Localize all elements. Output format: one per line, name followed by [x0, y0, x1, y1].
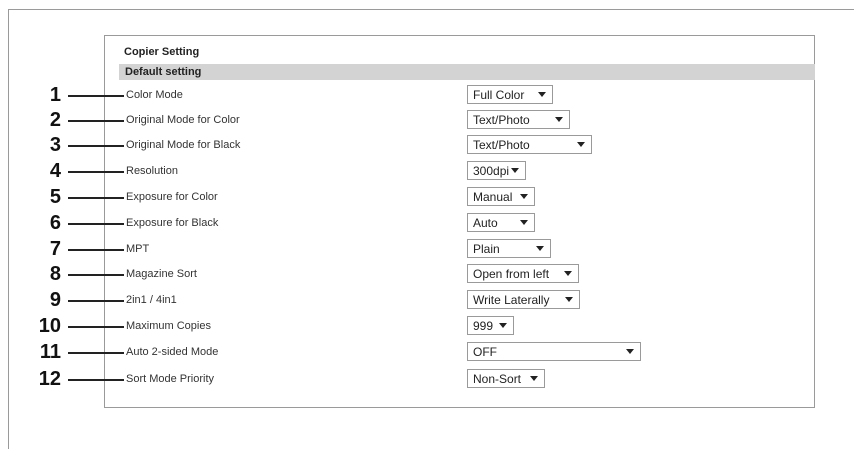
setting-dropdown[interactable]: Auto: [467, 213, 535, 232]
setting-label: Auto 2-sided Mode: [126, 346, 219, 358]
callout-number: 12: [38, 368, 61, 390]
setting-row: 10 Maximum Copies 999: [0, 314, 855, 342]
setting-row: 1 Color Mode Full Color: [0, 83, 855, 111]
dropdown-value: Write Laterally: [473, 293, 550, 307]
chevron-down-icon[interactable]: [538, 92, 546, 97]
callout-line: [68, 379, 124, 381]
chevron-down-icon[interactable]: [577, 142, 585, 147]
setting-dropdown[interactable]: OFF: [467, 342, 641, 361]
setting-label: Exposure for Color: [126, 191, 218, 203]
callout-line: [68, 223, 124, 225]
setting-row: 11 Auto 2-sided Mode OFF: [0, 340, 855, 368]
dropdown-value: 999: [473, 319, 494, 333]
callout-number: 7: [49, 238, 61, 260]
dropdown-value: Auto: [473, 216, 498, 230]
setting-dropdown[interactable]: 300dpi: [467, 161, 526, 180]
setting-label: Color Mode: [126, 89, 183, 101]
dropdown-value: Open from left: [473, 267, 550, 281]
dropdown-value: 300dpi: [473, 164, 510, 178]
chevron-down-icon[interactable]: [555, 117, 563, 122]
callout-line: [68, 95, 124, 97]
setting-label: Original Mode for Black: [126, 139, 241, 151]
section-header: Default setting: [119, 64, 815, 80]
setting-row: 9 2in1 / 4in1 Write Laterally: [0, 288, 855, 316]
dropdown-value: Text/Photo: [473, 113, 530, 127]
dropdown-value: Text/Photo: [473, 138, 530, 152]
dropdown-value: Manual: [473, 190, 513, 204]
chevron-down-icon[interactable]: [511, 168, 519, 173]
setting-row: 12 Sort Mode Priority Non-Sort: [0, 367, 855, 395]
callout-number: 11: [39, 341, 61, 363]
callout-number: 6: [49, 212, 61, 234]
callout-number: 4: [49, 160, 61, 182]
setting-row: 2 Original Mode for Color Text/Photo: [0, 108, 855, 136]
dropdown-value: Plain: [473, 242, 500, 256]
setting-row: 7 MPT Plain: [0, 237, 855, 265]
setting-label: Magazine Sort: [126, 268, 197, 280]
dropdown-value: Full Color: [473, 88, 525, 102]
setting-dropdown[interactable]: Non-Sort: [467, 369, 545, 388]
callout-line: [68, 326, 124, 328]
setting-dropdown[interactable]: Full Color: [467, 85, 553, 104]
setting-dropdown[interactable]: Manual: [467, 187, 535, 206]
callout-line: [68, 120, 124, 122]
chevron-down-icon[interactable]: [564, 271, 572, 276]
setting-dropdown[interactable]: Open from left: [467, 264, 579, 283]
callout-line: [68, 171, 124, 173]
setting-row: 4 Resolution 300dpi: [0, 159, 855, 187]
chevron-down-icon[interactable]: [626, 349, 634, 354]
section-header-label: Default setting: [125, 66, 202, 78]
setting-row: 5 Exposure for Color Manual: [0, 185, 855, 213]
setting-dropdown[interactable]: Text/Photo: [467, 135, 592, 154]
callout-line: [68, 145, 124, 147]
setting-label: 2in1 / 4in1: [126, 294, 177, 306]
chevron-down-icon[interactable]: [520, 194, 528, 199]
chevron-down-icon[interactable]: [536, 246, 544, 251]
page-title: Copier Setting: [124, 46, 200, 58]
setting-label: Sort Mode Priority: [126, 373, 215, 385]
callout-line: [68, 249, 124, 251]
callout-number: 8: [49, 263, 61, 285]
chevron-down-icon[interactable]: [530, 376, 538, 381]
setting-label: Resolution: [126, 165, 178, 177]
setting-dropdown[interactable]: Plain: [467, 239, 551, 258]
setting-row: 6 Exposure for Black Auto: [0, 211, 855, 239]
setting-label: MPT: [126, 243, 150, 255]
setting-label: Maximum Copies: [126, 320, 211, 332]
setting-dropdown[interactable]: 999: [467, 316, 514, 335]
setting-label: Original Mode for Color: [126, 114, 240, 126]
dropdown-value: Non-Sort: [473, 372, 522, 386]
setting-dropdown[interactable]: Write Laterally: [467, 290, 580, 309]
chevron-down-icon[interactable]: [565, 297, 573, 302]
setting-dropdown[interactable]: Text/Photo: [467, 110, 570, 129]
callout-line: [68, 300, 124, 302]
callout-number: 10: [38, 315, 61, 337]
setting-label: Exposure for Black: [126, 217, 219, 229]
row-tick: [104, 391, 105, 395]
chevron-down-icon[interactable]: [520, 220, 528, 225]
callout-number: 5: [49, 186, 61, 208]
dropdown-value: OFF: [473, 345, 497, 359]
callout-line: [68, 197, 124, 199]
setting-row: 3 Original Mode for Black Text/Photo: [0, 133, 855, 161]
callout-number: 9: [49, 289, 61, 311]
callout-line: [68, 274, 124, 276]
callout-line: [68, 352, 124, 354]
callout-number: 1: [49, 84, 61, 106]
setting-row: 8 Magazine Sort Open from left: [0, 262, 855, 290]
chevron-down-icon[interactable]: [499, 323, 507, 328]
callout-number: 3: [49, 134, 61, 156]
callout-number: 2: [49, 109, 61, 131]
